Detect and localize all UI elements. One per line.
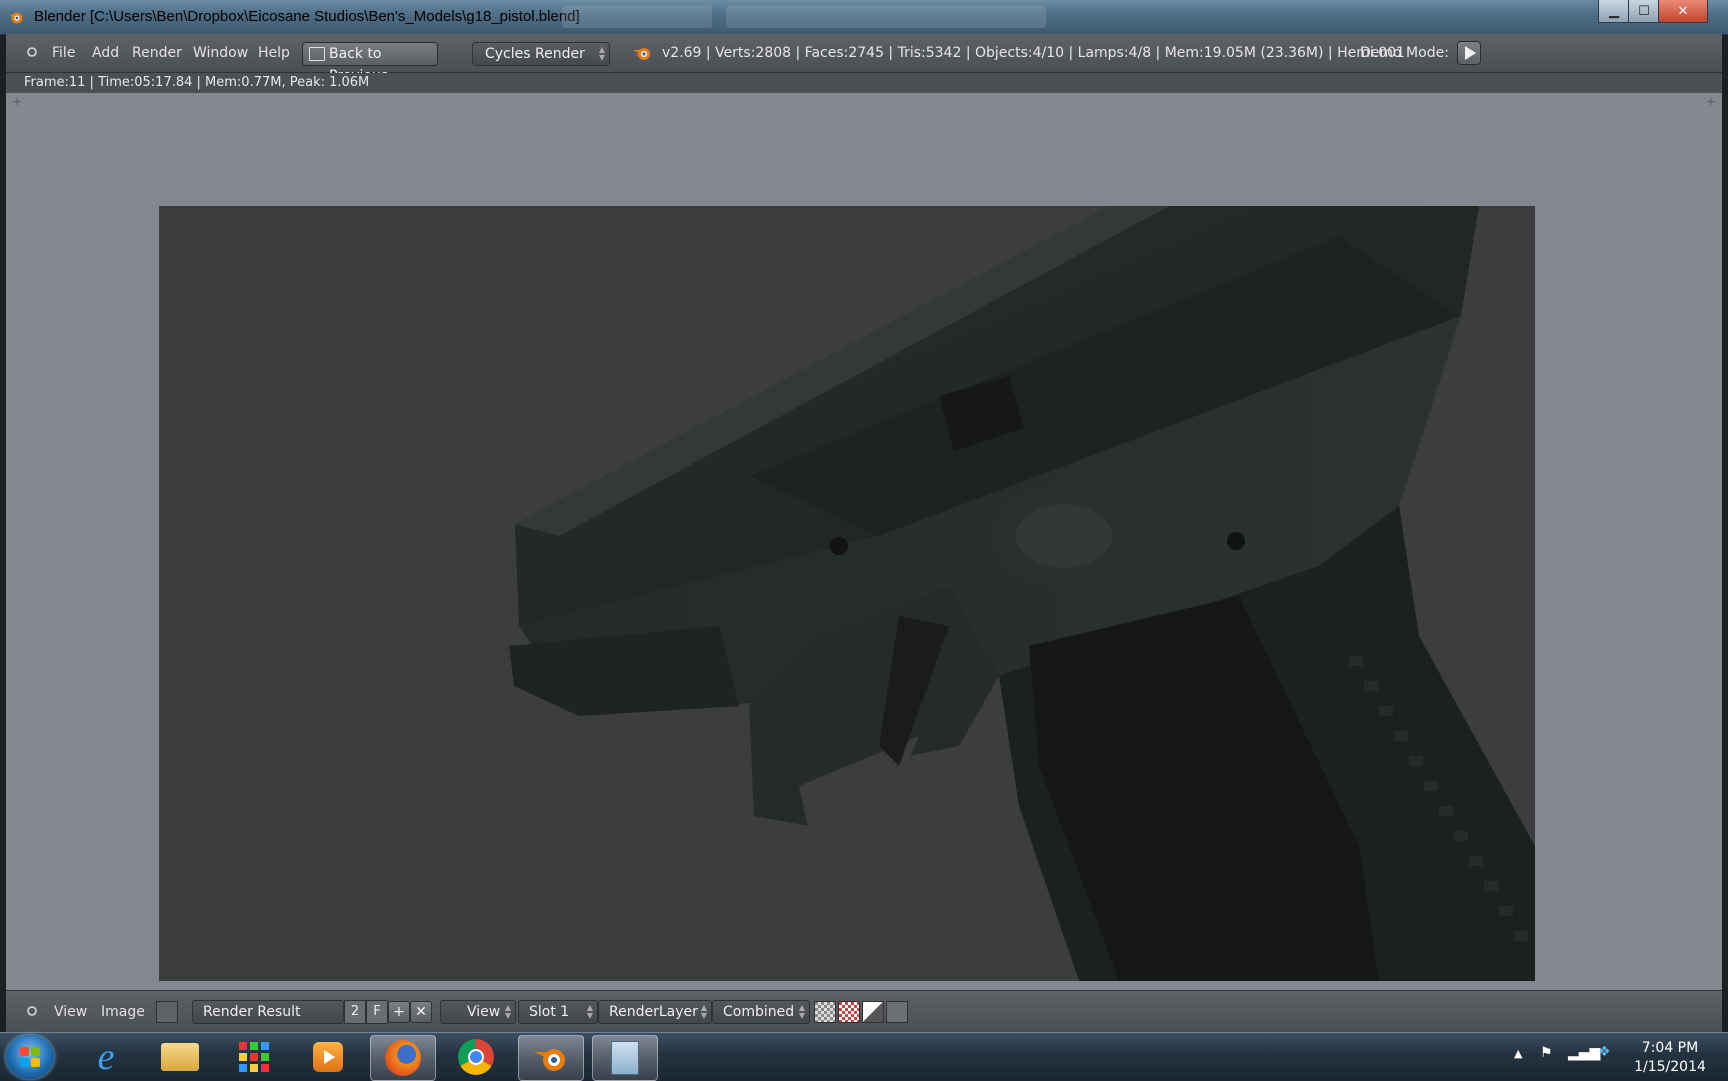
close-button[interactable]: ✕	[1658, 0, 1708, 23]
unlink-image-button[interactable]: ✕	[410, 1001, 432, 1023]
system-clock[interactable]: 7:04 PM 1/15/2014	[1620, 1039, 1720, 1077]
draw-rgb-icon[interactable]	[886, 1001, 908, 1023]
info-header: File Add Render Window Help Back to Prev…	[6, 34, 1722, 84]
render-engine-select[interactable]: Cycles Render ▲ ▼	[472, 42, 610, 66]
blender-logo-icon	[534, 1049, 565, 1071]
window-title: Blender [C:\Users\Ben\Dropbox\Eicosane S…	[34, 8, 580, 25]
taskbar-media-player[interactable]	[296, 1035, 360, 1079]
scene-statistics: v2.69 | Verts:2808 | Faces:2745 | Tris:5…	[662, 45, 1405, 61]
render-layer-select[interactable]: RenderLayer ▲ ▼	[598, 1000, 712, 1024]
view-mode-select[interactable]: View ▲ ▼	[440, 1000, 516, 1024]
taskbar-calculator[interactable]	[592, 1035, 658, 1081]
image-name-field[interactable]: Render Result	[192, 1000, 344, 1024]
network-signal-icon[interactable]: ▂▄▆	[1568, 1045, 1600, 1061]
area-split-corner-icon[interactable]: +	[12, 96, 22, 107]
render-info-bar: Frame:11 | Time:05:17.84 | Mem:0.77M, Pe…	[6, 73, 1722, 93]
slot-value: Slot 1	[529, 1004, 570, 1020]
updown-arrows-icon: ▲ ▼	[798, 1003, 805, 1020]
render-layer-value: RenderLayer	[609, 1004, 698, 1020]
render-result-image	[159, 206, 1535, 981]
play-button[interactable]	[1457, 41, 1481, 65]
window-title-bar[interactable]: Blender [C:\Users\Ben\Dropbox\Eicosane S…	[0, 0, 1728, 35]
folder-icon	[161, 1043, 199, 1071]
updown-arrows-icon: ▲ ▼	[504, 1003, 511, 1020]
taskbar-file-explorer[interactable]	[148, 1035, 212, 1079]
taskbar-internet-explorer[interactable]: e	[74, 1035, 138, 1079]
action-center-flag-icon[interactable]: ⚑	[1540, 1045, 1553, 1061]
media-player-icon	[313, 1042, 343, 1072]
taskbar-chrome[interactable]	[444, 1035, 508, 1079]
taskbar-blender[interactable]	[518, 1035, 584, 1081]
clock-time: 7:04 PM	[1641, 1040, 1699, 1056]
windows-taskbar: e ▲ ⚑ ▂▄▆ ❖ 7:04 PM 1/15/2014	[0, 1032, 1728, 1081]
blender-logo-icon	[9, 12, 23, 24]
dropbox-icon[interactable]: ❖	[1598, 1044, 1611, 1060]
view-mode-value: View	[467, 1004, 501, 1020]
updown-arrows-icon: ▲ ▼	[586, 1003, 593, 1020]
menu-add[interactable]: Add	[92, 45, 119, 61]
editor-type-icon[interactable]	[26, 1005, 38, 1017]
image-users-count: 2	[344, 1000, 366, 1024]
start-button[interactable]	[6, 1035, 54, 1079]
blender-logo-icon	[633, 48, 650, 60]
updown-arrows-icon: ▲ ▼	[598, 45, 605, 62]
demo-mode-label: Demo Mode:	[1360, 45, 1449, 61]
draw-alpha-icon[interactable]	[838, 1001, 860, 1023]
menu-file[interactable]: File	[52, 45, 75, 61]
image-editor-viewport[interactable]: + +	[6, 93, 1722, 990]
updown-arrows-icon: ▲ ▼	[700, 1003, 707, 1020]
taskbar-firefox[interactable]	[370, 1035, 436, 1081]
app-grid-icon	[239, 1042, 269, 1072]
menu-image[interactable]: Image	[101, 1004, 145, 1020]
slot-select[interactable]: Slot 1 ▲ ▼	[518, 1000, 598, 1024]
render-pass-value: Combined	[723, 1004, 795, 1020]
calculator-icon	[611, 1041, 639, 1075]
blender-window: File Add Render Window Help Back to Prev…	[6, 34, 1722, 1033]
background-window-tab	[726, 6, 1046, 28]
taskbar-app-grid[interactable]	[222, 1035, 286, 1079]
firefox-icon	[385, 1040, 421, 1076]
menu-help[interactable]: Help	[258, 45, 290, 61]
fake-user-button[interactable]: F	[366, 1000, 388, 1024]
draw-rgb-alpha-icon[interactable]	[814, 1001, 836, 1023]
chrome-icon	[458, 1039, 494, 1075]
windows-logo-icon	[20, 1047, 40, 1067]
show-hidden-icons-icon[interactable]: ▲	[1514, 1047, 1522, 1060]
render-info-text: Frame:11 | Time:05:17.84 | Mem:0.77M, Pe…	[24, 75, 370, 90]
editor-type-icon[interactable]	[26, 46, 38, 58]
render-engine-value: Cycles Render	[485, 46, 585, 62]
new-image-button[interactable]: +	[388, 1001, 410, 1023]
menu-window[interactable]: Window	[193, 45, 248, 61]
maximize-button[interactable]: ☐	[1628, 0, 1660, 23]
pistol-render-icon	[159, 206, 1535, 981]
menu-render[interactable]: Render	[132, 45, 182, 61]
back-to-previous-button[interactable]: Back to Previous	[302, 42, 438, 84]
draw-z-buffer-icon[interactable]	[862, 1001, 884, 1023]
render-pass-select[interactable]: Combined ▲ ▼	[712, 1000, 810, 1024]
minimize-button[interactable]: ▁	[1598, 0, 1630, 23]
internet-explorer-icon: e	[97, 1036, 115, 1078]
back-screen-icon	[309, 47, 325, 61]
image-editor-header: View Image Render Result 2 F + ✕ View ▲ ▼…	[6, 990, 1722, 1033]
menu-view[interactable]: View	[54, 1004, 87, 1020]
background-window-tab	[562, 6, 712, 28]
image-name-value: Render Result	[203, 1004, 301, 1020]
image-browse-icon[interactable]	[156, 1001, 178, 1023]
area-split-corner-icon[interactable]: +	[1706, 96, 1716, 107]
clock-date: 1/15/2014	[1634, 1059, 1706, 1075]
